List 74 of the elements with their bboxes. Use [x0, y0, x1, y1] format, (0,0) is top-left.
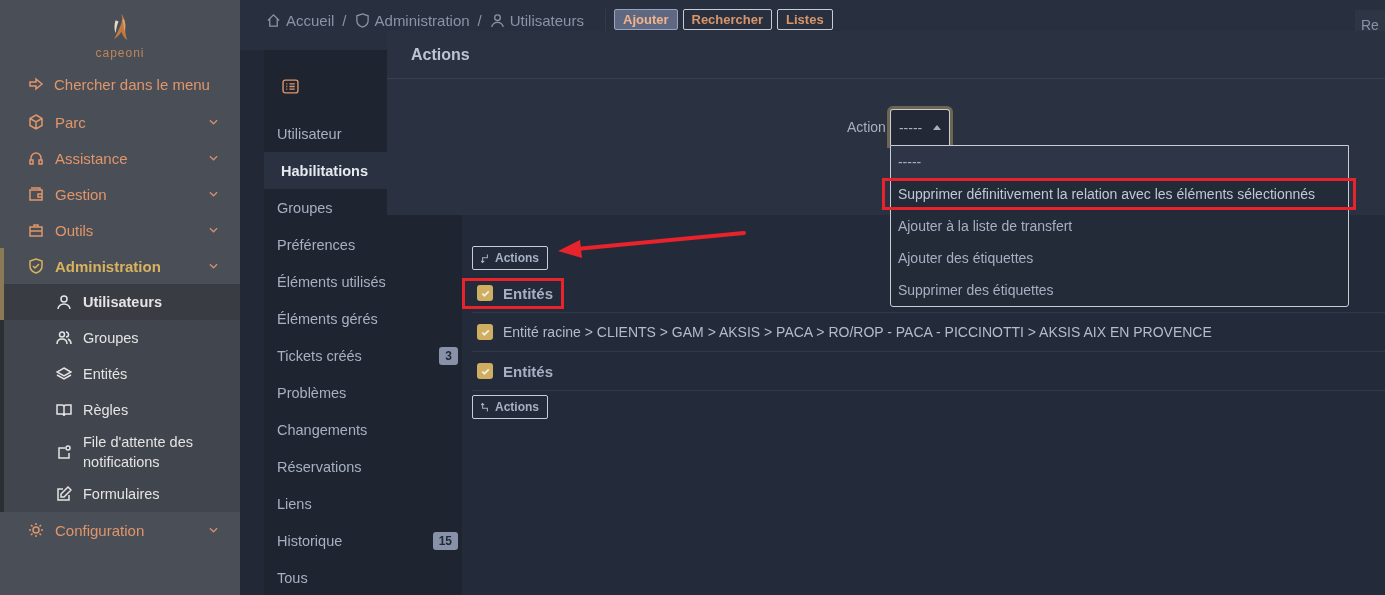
user-icon [489, 12, 505, 28]
settings-icon [28, 522, 44, 538]
field-label: Action [847, 119, 886, 135]
actions-button[interactable]: Actions [472, 246, 548, 270]
tab[interactable]: Préférences [264, 226, 462, 263]
tab[interactable]: Tickets créés 3 [264, 337, 462, 374]
checkbox[interactable] [477, 324, 493, 340]
home-icon [266, 12, 281, 28]
dropdown-option[interactable]: Supprimer des étiquettes [890, 274, 1348, 306]
chevron-down-icon [209, 155, 218, 161]
tab[interactable]: Liens [264, 485, 462, 522]
dropdown-option[interactable]: Ajouter des étiquettes [890, 242, 1348, 274]
menu-item[interactable]: Assistance [0, 140, 240, 176]
checkbox[interactable] [477, 363, 493, 379]
menu-item[interactable]: Gestion [0, 176, 240, 212]
arrow-right-icon [28, 76, 44, 92]
count-badge: 3 [439, 346, 458, 365]
user-icon [56, 294, 72, 310]
menu-item[interactable]: Administration [0, 248, 240, 284]
tab[interactable]: Éléments utilisés [264, 263, 462, 300]
header-button[interactable]: Rechercher [682, 9, 773, 30]
edit-icon [56, 486, 72, 502]
dropdown-option[interactable]: Ajouter à la liste de transfert [890, 210, 1348, 242]
logo-text: capeoni [95, 46, 145, 60]
arrow-down-left-icon [481, 252, 489, 264]
cube-icon [28, 114, 44, 130]
chevron-down-icon [209, 191, 218, 197]
tab[interactable]: Tous [264, 559, 462, 595]
tab[interactable]: Éléments gérés [264, 300, 462, 337]
list-icon [282, 79, 299, 94]
caret-icon [932, 125, 941, 130]
chevron-down-icon [209, 227, 218, 233]
menu-search-link[interactable]: Chercher dans le menu [0, 66, 240, 102]
submenu-item[interactable]: Formulaires [0, 476, 240, 512]
tab[interactable]: Réservations [264, 448, 462, 485]
submenu-item[interactable]: Entités [0, 356, 240, 392]
modal-title: Actions [411, 45, 470, 64]
chevron-down-icon [209, 263, 218, 269]
count-badge: 15 [432, 531, 458, 550]
briefcase-icon [28, 222, 44, 238]
submenu-item[interactable]: Utilisateurs [0, 284, 240, 320]
breadcrumb-separator: / [477, 11, 482, 29]
users-icon [56, 330, 72, 346]
entity-path: Entité racine > CLIENTS > GAM > AKSIS > PACA > RO/ROP - PACA - PICCINOTTI > AKSIS AIX EN PROVENCE [503, 324, 1212, 340]
action-select[interactable]: ----- [889, 109, 950, 145]
menu-item[interactable]: Outils [0, 212, 240, 248]
submenu-item[interactable]: Règles [0, 392, 240, 428]
tab[interactable]: Problèmes [264, 374, 462, 411]
breadcrumb-link[interactable]: Utilisateurs [489, 11, 584, 29]
book-icon [56, 402, 72, 418]
breadcrumb-link[interactable]: Administration [354, 11, 470, 29]
tab[interactable]: Changements [264, 411, 462, 448]
notification-icon [56, 444, 72, 460]
wallet-icon [28, 186, 44, 202]
breadcrumb-link[interactable]: Accueil [266, 11, 335, 29]
actions-button[interactable]: Actions [472, 395, 548, 419]
arrow-up-left-icon [481, 401, 489, 413]
tab[interactable]: Historique 15 [264, 522, 462, 559]
submenu-item[interactable]: File d'attente des notifications [0, 428, 240, 476]
checkbox[interactable] [477, 285, 493, 301]
dropdown-option[interactable]: Supprimer définitivement la relation avec les éléments sélectionnés [881, 178, 1356, 210]
menu-item[interactable]: Configuration [0, 512, 240, 548]
group-heading: Entités [503, 284, 553, 302]
chevron-down-icon [209, 527, 218, 533]
dropdown-option[interactable]: ----- [890, 146, 1348, 178]
layers-icon [56, 366, 72, 382]
header-button[interactable]: Listes [777, 9, 833, 30]
chevron-down-icon [209, 119, 218, 125]
submenu-item[interactable]: Groupes [0, 320, 240, 356]
shield-icon [354, 12, 370, 28]
headset-icon [28, 150, 44, 166]
breadcrumb-separator: / [342, 11, 347, 29]
group-heading: Entités [503, 362, 553, 380]
shield-icon [28, 258, 44, 274]
